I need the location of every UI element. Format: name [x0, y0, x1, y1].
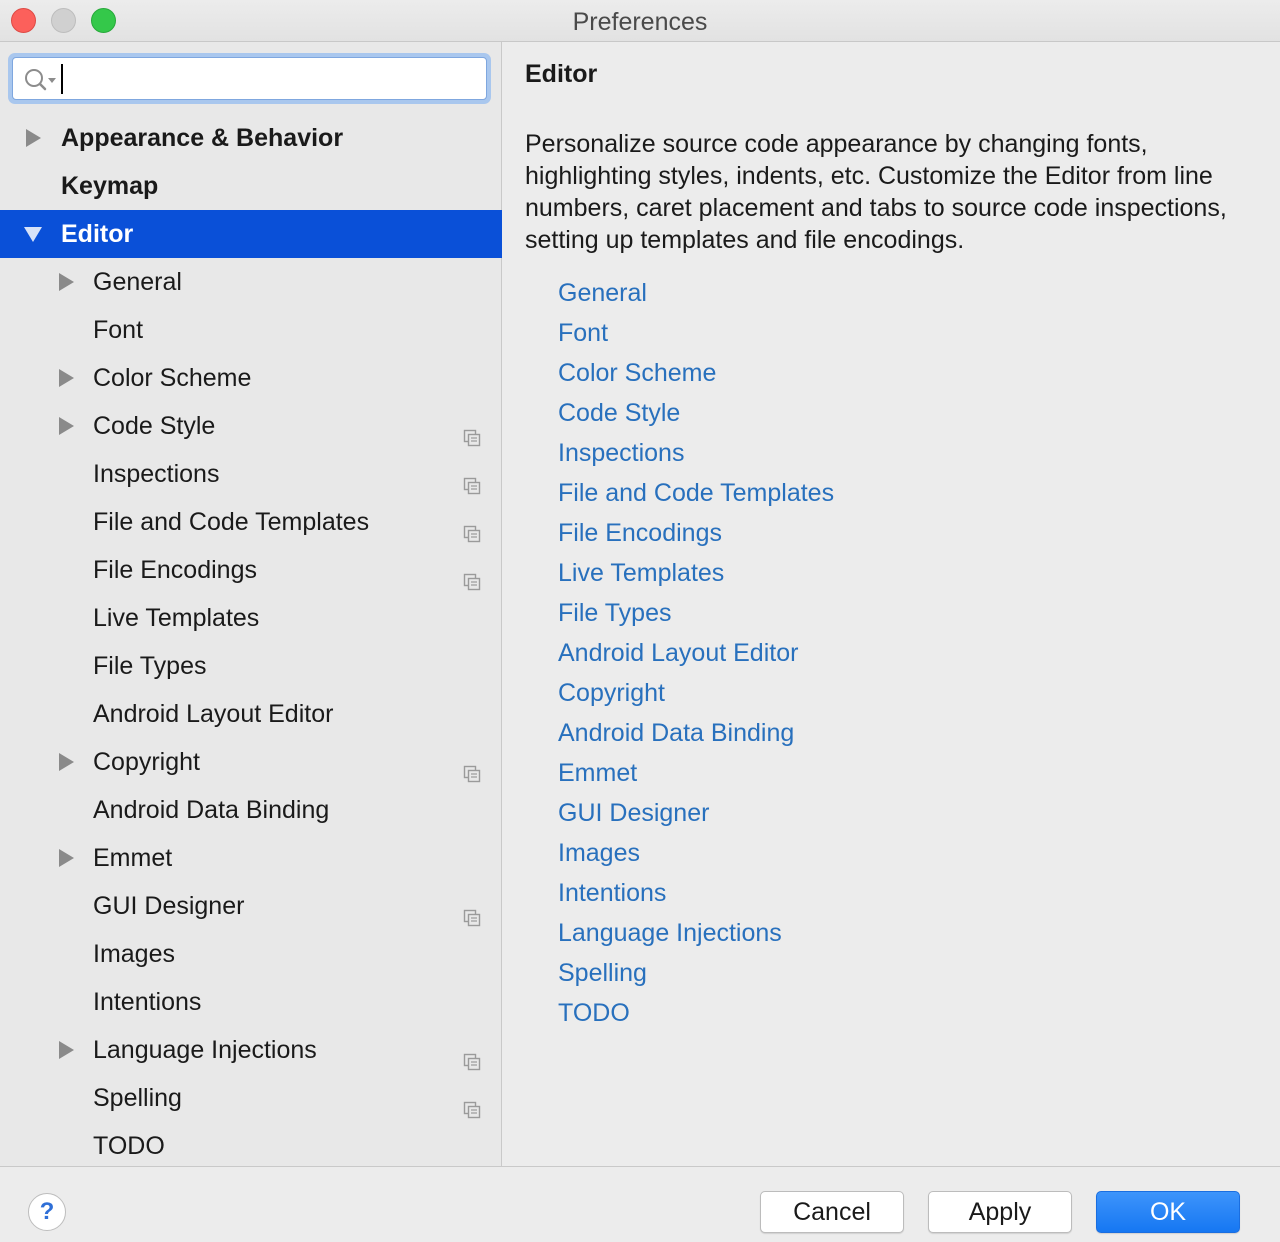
- sidebar-item-label: Code Style: [93, 412, 216, 440]
- project-level-icon: [462, 416, 482, 447]
- link-file-types[interactable]: File Types: [558, 593, 834, 633]
- ok-button[interactable]: OK: [1096, 1191, 1240, 1233]
- sidebar-item-label: File and Code Templates: [93, 508, 370, 536]
- chevron-down-icon[interactable]: [24, 210, 42, 258]
- link-spelling[interactable]: Spelling: [558, 953, 834, 993]
- window-title: Preferences: [572, 8, 708, 36]
- link-font[interactable]: Font: [558, 313, 834, 353]
- project-level-icon: [462, 752, 482, 783]
- sidebar-item-spelling[interactable]: Spelling: [0, 1074, 502, 1122]
- project-level-icon: [462, 896, 482, 927]
- link-code-style[interactable]: Code Style: [558, 393, 834, 433]
- sidebar-item-android-layout-editor[interactable]: Android Layout Editor: [0, 690, 502, 738]
- sidebar-item-live-templates[interactable]: Live Templates: [0, 594, 502, 642]
- sidebar-item-file-encodings[interactable]: File Encodings: [0, 546, 502, 594]
- project-level-icon: [462, 1040, 482, 1071]
- link-copyright[interactable]: Copyright: [558, 673, 834, 713]
- link-language-injections[interactable]: Language Injections: [558, 913, 834, 953]
- sidebar-item-label: GUI Designer: [93, 892, 245, 920]
- link-color-scheme[interactable]: Color Scheme: [558, 353, 834, 393]
- cancel-button[interactable]: Cancel: [760, 1191, 904, 1233]
- sidebar-item-file-types[interactable]: File Types: [0, 642, 502, 690]
- link-android-layout-editor[interactable]: Android Layout Editor: [558, 633, 834, 673]
- sidebar-item-android-data-binding[interactable]: Android Data Binding: [0, 786, 502, 834]
- sidebar-item-font[interactable]: Font: [0, 306, 502, 354]
- chevron-right-icon[interactable]: [57, 354, 75, 402]
- sidebar-item-file-and-code-templates[interactable]: File and Code Templates: [0, 498, 502, 546]
- sidebar-item-label: Spelling: [93, 1084, 182, 1112]
- search-field-focus-ring: [8, 53, 491, 104]
- chevron-right-icon[interactable]: [57, 258, 75, 306]
- dialog-footer: ? Cancel Apply OK: [0, 1166, 1280, 1242]
- chevron-right-icon[interactable]: [57, 834, 75, 882]
- sidebar-item-label: Font: [93, 316, 144, 344]
- chevron-right-icon[interactable]: [24, 114, 42, 162]
- link-images[interactable]: Images: [558, 833, 834, 873]
- sidebar-item-general[interactable]: General: [0, 258, 502, 306]
- sidebar-item-label: TODO: [93, 1132, 165, 1160]
- sidebar-item-gui-designer[interactable]: GUI Designer: [0, 882, 502, 930]
- search-icon[interactable]: [23, 66, 59, 94]
- link-live-templates[interactable]: Live Templates: [558, 553, 834, 593]
- sidebar-item-code-style[interactable]: Code Style: [0, 402, 502, 450]
- content-panel: Editor Personalize source code appearanc…: [503, 42, 1280, 1166]
- sidebar-item-label: File Encodings: [93, 556, 257, 584]
- sidebar-item-label: Appearance & Behavior: [61, 124, 344, 152]
- chevron-right-icon[interactable]: [57, 1026, 75, 1074]
- settings-tree: Appearance & Behavior Keymap Editor General…: [0, 114, 502, 1170]
- sidebar-item-label: Copyright: [93, 748, 200, 776]
- sidebar-item-todo[interactable]: TODO: [0, 1122, 502, 1170]
- sidebar-item-label: Android Data Binding: [93, 796, 330, 824]
- link-android-data-binding[interactable]: Android Data Binding: [558, 713, 834, 753]
- sidebar-item-copyright[interactable]: Copyright: [0, 738, 502, 786]
- sidebar-item-images[interactable]: Images: [0, 930, 502, 978]
- sidebar-item-label: General: [93, 268, 182, 296]
- help-button[interactable]: ?: [28, 1193, 66, 1231]
- search-field[interactable]: [12, 57, 487, 100]
- sidebar-item-inspections[interactable]: Inspections: [0, 450, 502, 498]
- title-bar: Preferences: [0, 0, 1280, 42]
- link-gui-designer[interactable]: GUI Designer: [558, 793, 834, 833]
- chevron-right-icon[interactable]: [57, 402, 75, 450]
- link-file-and-code-templates[interactable]: File and Code Templates: [558, 473, 834, 513]
- sidebar-item-label: Live Templates: [93, 604, 260, 632]
- subpage-links: General Font Color Scheme Code Style Inspect…: [558, 273, 834, 1033]
- sidebar-item-emmet[interactable]: Emmet: [0, 834, 502, 882]
- sidebar-item-label: Keymap: [61, 172, 159, 200]
- sidebar-item-label: Images: [93, 940, 175, 968]
- link-emmet[interactable]: Emmet: [558, 753, 834, 793]
- page-title: Editor: [525, 60, 598, 88]
- project-level-icon: [462, 560, 482, 591]
- sidebar-item-label: Editor: [61, 220, 134, 248]
- chevron-right-icon[interactable]: [57, 738, 75, 786]
- page-description: Personalize source code appearance by ch…: [525, 130, 1227, 254]
- apply-button[interactable]: Apply: [928, 1191, 1072, 1233]
- project-level-icon: [462, 1088, 482, 1119]
- sidebar-item-editor[interactable]: Editor: [0, 210, 502, 258]
- settings-sidebar: Appearance & Behavior Keymap Editor General…: [0, 42, 502, 1166]
- link-inspections[interactable]: Inspections: [558, 433, 834, 473]
- project-level-icon: [462, 512, 482, 543]
- link-intentions[interactable]: Intentions: [558, 873, 834, 913]
- sidebar-item-color-scheme[interactable]: Color Scheme: [0, 354, 502, 402]
- sidebar-item-label: Intentions: [93, 988, 202, 1016]
- sidebar-item-label: File Types: [93, 652, 207, 680]
- project-level-icon: [462, 464, 482, 495]
- sidebar-item-keymap[interactable]: Keymap: [0, 162, 502, 210]
- sidebar-item-appearance-and-behavior[interactable]: Appearance & Behavior: [0, 114, 502, 162]
- sidebar-item-label: Android Layout Editor: [93, 700, 334, 728]
- sidebar-item-label: Color Scheme: [93, 364, 252, 392]
- link-todo[interactable]: TODO: [558, 993, 834, 1033]
- sidebar-item-label: Inspections: [93, 460, 220, 488]
- link-general[interactable]: General: [558, 273, 834, 313]
- sidebar-item-intentions[interactable]: Intentions: [0, 978, 502, 1026]
- link-file-encodings[interactable]: File Encodings: [558, 513, 834, 553]
- sidebar-item-label: Emmet: [93, 844, 173, 872]
- search-input[interactable]: [61, 64, 481, 94]
- sidebar-item-label: Language Injections: [93, 1036, 317, 1064]
- sidebar-item-language-injections[interactable]: Language Injections: [0, 1026, 502, 1074]
